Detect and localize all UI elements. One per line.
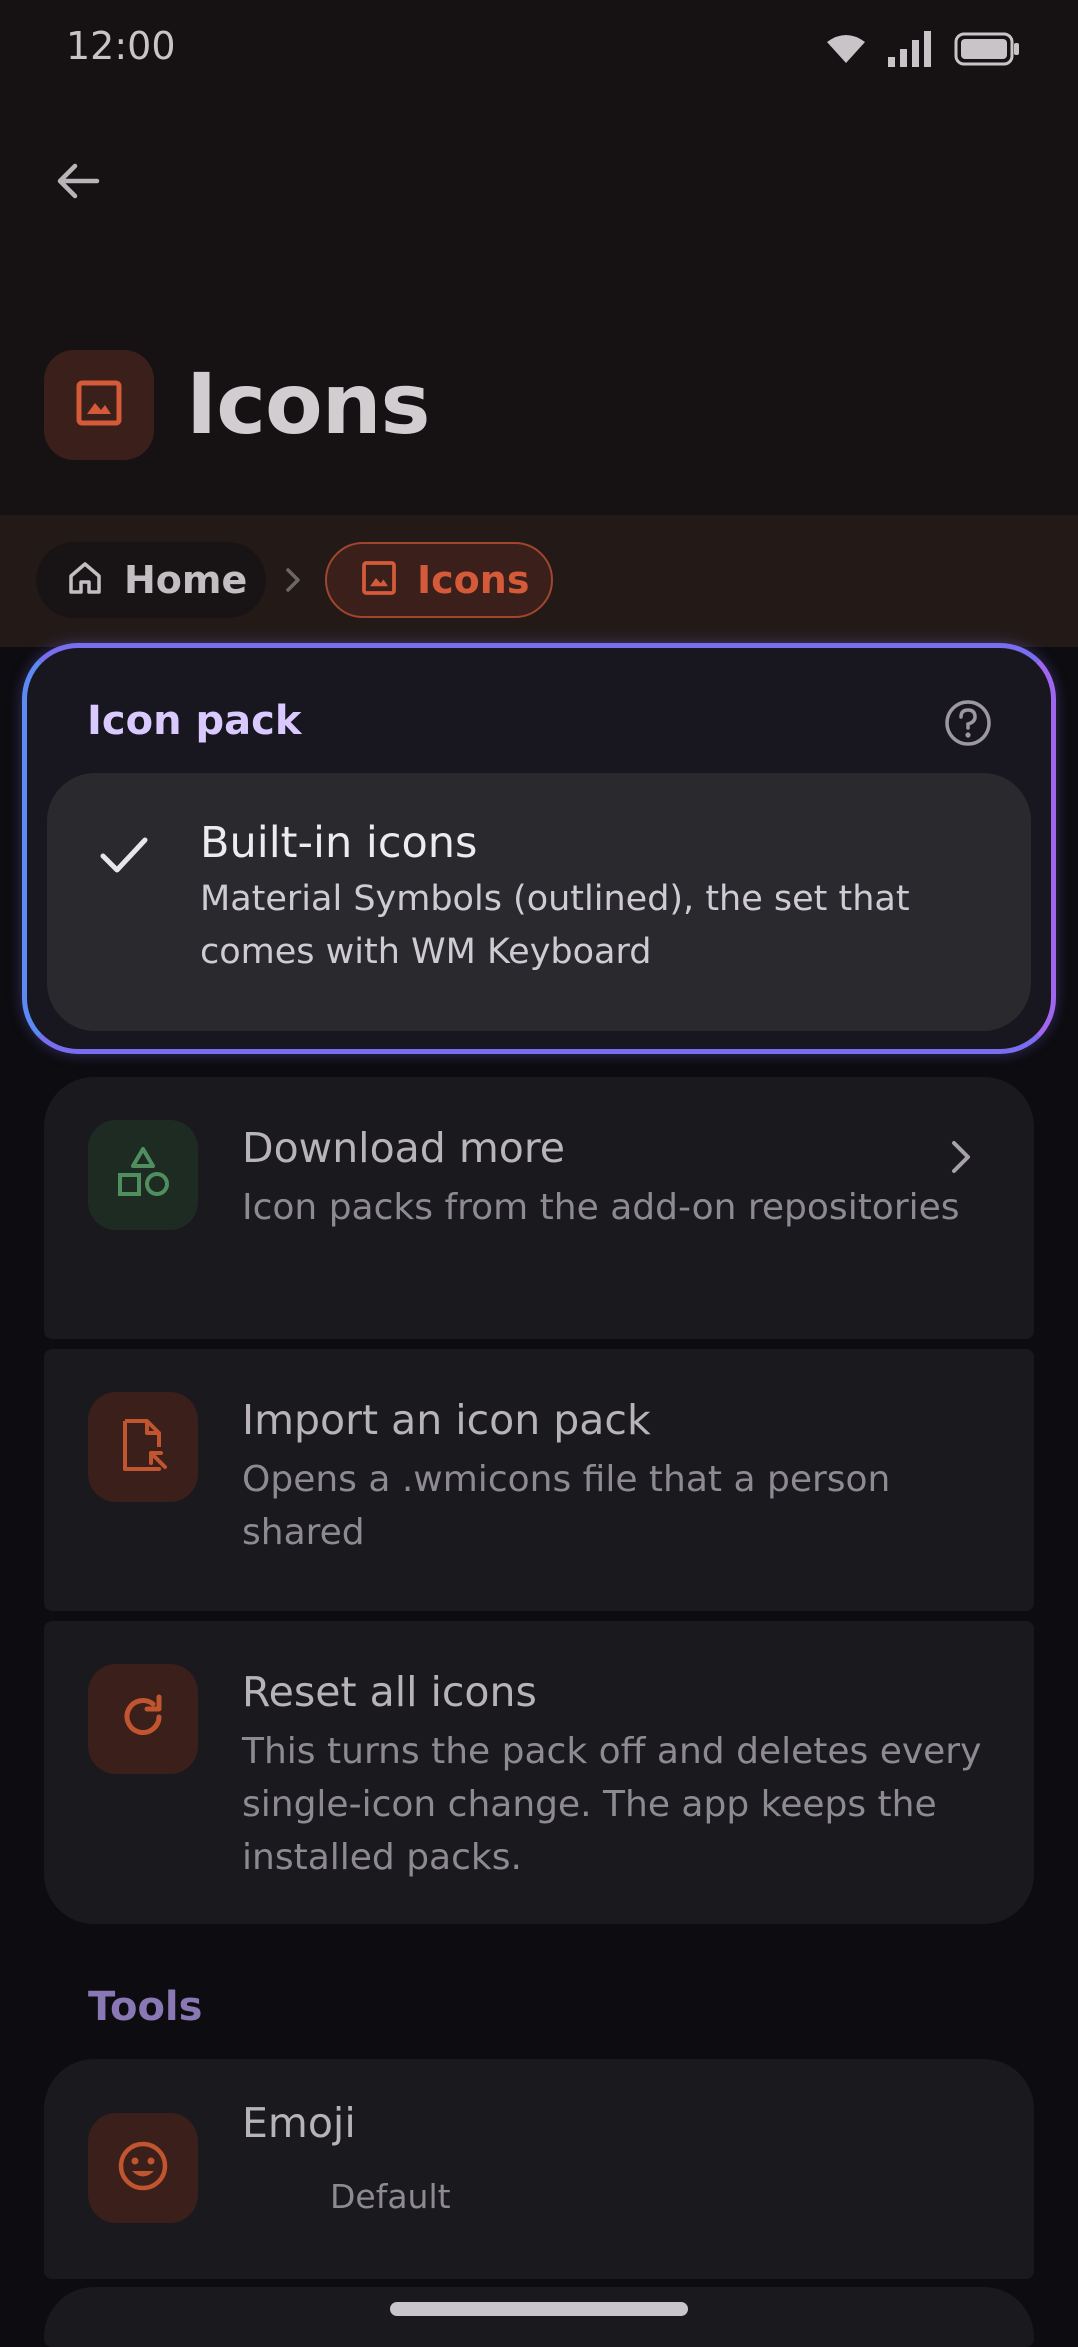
option-title: Built-in icons (200, 818, 478, 868)
breadcrumb-icons-label: Icons (417, 558, 530, 602)
icon-pack-card: Icon pack Built-in icons Material Symbol… (22, 643, 1056, 1054)
home-icon (66, 559, 104, 601)
reset-all-icons-item[interactable]: Reset all icons This turns the pack off … (44, 1621, 1034, 1924)
breadcrumb-home-label: Home (124, 558, 248, 602)
reset-icon-tile (88, 1664, 198, 1774)
icon-pack-option-built-in[interactable]: Built-in icons Material Symbols (outline… (47, 773, 1031, 1031)
list-item[interactable] (44, 2287, 1034, 2347)
import-icon-pack-description: Opens a .wmicons file that a person shar… (242, 1459, 891, 1553)
download-more-title: Download more (242, 1124, 566, 1172)
file-import-icon (115, 1417, 171, 1477)
download-more-description: Icon packs from the add-on repositories (242, 1187, 960, 1228)
emoji-subtitle: Default (330, 2177, 451, 2216)
emoji-icon (115, 2138, 171, 2198)
signal-icon (888, 31, 932, 67)
page-title: Icons (186, 355, 431, 453)
reset-all-icons-description: This turns the pack off and deletes ever… (242, 1731, 982, 1878)
breadcrumb-home[interactable]: Home (36, 542, 266, 618)
tools-section-title: Tools (88, 1984, 203, 2030)
import-icon-pack-item[interactable]: Import an icon pack Opens a .wmicons fil… (44, 1349, 1034, 1611)
download-icon-tile (88, 1120, 198, 1230)
page-title-icon-tile (44, 350, 154, 460)
import-icon-pack-title: Import an icon pack (242, 1396, 651, 1444)
import-icon-tile (88, 1392, 198, 1502)
option-description: Material Symbols (outlined), the set tha… (200, 879, 910, 972)
breadcrumb: Home Icons (0, 515, 1078, 647)
help-circle-icon[interactable] (943, 698, 993, 748)
wifi-icon (826, 34, 866, 64)
home-indicator[interactable] (390, 2302, 688, 2316)
download-more-item[interactable]: Download more Icon packs from the add-on… (44, 1077, 1034, 1339)
back-button[interactable] (40, 145, 116, 221)
emoji-icon-tile (88, 2113, 198, 2223)
icon-pack-title: Icon pack (87, 698, 302, 744)
arrow-back-icon (53, 156, 103, 210)
status-time: 12:00 (66, 24, 176, 68)
image-icon (75, 379, 123, 431)
image-icon (361, 560, 397, 600)
check-icon (97, 828, 151, 886)
chevron-right-icon (283, 565, 303, 599)
reset-all-icons-title: Reset all icons (242, 1668, 537, 1716)
shapes-icon (115, 1145, 171, 1205)
reset-icon (115, 1689, 171, 1749)
status-bar: 12:00 (0, 0, 1078, 96)
breadcrumb-icons[interactable]: Icons (325, 542, 553, 618)
battery-icon (954, 32, 1020, 66)
emoji-item[interactable]: Emoji (44, 2059, 1034, 2279)
emoji-title: Emoji (242, 2099, 356, 2147)
chevron-right-icon (946, 1137, 976, 1181)
